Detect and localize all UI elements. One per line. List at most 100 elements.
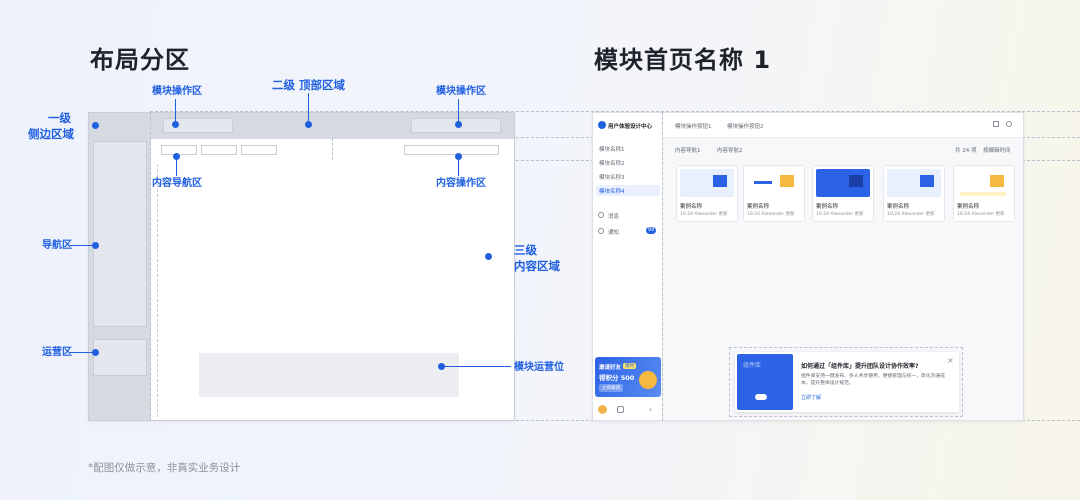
leader-content-nav (176, 160, 177, 176)
tip-title: 如何通过「组件库」提升团队设计协作效率? (801, 363, 919, 370)
sidebar-item-1[interactable]: 模块名称1 (599, 145, 625, 153)
label-ops-area: 运营区 (42, 347, 72, 358)
mockup-frame: 用户体验设计中心 模块名称1 模块名称2 模块名称3 模块名称4 消息 通知 9… (592, 112, 1024, 421)
link-icon[interactable] (617, 406, 624, 413)
card-name: 案例名称 (747, 204, 770, 210)
help-icon[interactable] (1006, 121, 1012, 127)
top-tab-2[interactable]: 模块操作按钮2 (727, 122, 764, 130)
label-content-nav: 内容导航区 (152, 178, 202, 189)
card-thumb-bar (960, 192, 1006, 196)
dot-module-ops-right (455, 121, 462, 128)
workspace-name[interactable]: 用户体验设计中心 (608, 122, 652, 130)
label-level2: 二级 顶部区域 (272, 78, 346, 92)
leader-nav-area (70, 245, 94, 246)
mock-sidebar: 用户体验设计中心 模块名称1 模块名称2 模块名称3 模块名称4 消息 通知 9… (593, 113, 663, 420)
project-card-3[interactable]: 案例名称 10:24 Alexander 更新 (812, 165, 874, 222)
label-nav-area: 导航区 (42, 240, 72, 251)
label-level1-line1: 一级 (48, 111, 71, 125)
wireframe-module-slot (199, 353, 459, 397)
promo-tag: 限时 (623, 363, 636, 369)
card-name: 案例名称 (816, 204, 839, 210)
project-card-1[interactable]: 案例名称 10:24 Alexander 更新 (676, 165, 738, 222)
coin-icon (639, 371, 657, 389)
label-module-slot: 模块运营位 (514, 362, 564, 373)
sidebar-link-messages[interactable]: 消息 (608, 212, 619, 220)
label-level1-line2: 侧边区域 (28, 127, 74, 141)
tip-link[interactable]: 立即了解 (801, 394, 821, 401)
tip-body: 组件库支持一键发布、多人共享使用，便捷管理与统一，简化沟通成本，提升整体设计规范… (801, 374, 945, 386)
sidebar-item-4[interactable]: 模块名称4 (599, 187, 625, 195)
mock-header: 模块操作按钮1 模块操作按钮2 (663, 113, 1023, 138)
guide-sidebar-edge (150, 112, 151, 421)
promo-line1: 邀请好友 (599, 365, 622, 371)
bell-icon (598, 228, 604, 234)
guide-subnav-split (332, 138, 333, 160)
wireframe-subnav-3 (241, 145, 277, 155)
sidebar-item-3[interactable]: 模块名称3 (599, 173, 625, 181)
dot-content-ops (455, 153, 462, 160)
wireframe-subnav-2 (201, 145, 237, 155)
label-level3-line1: 三级 (514, 243, 537, 257)
module-home-title: 模块首页名称 1 (594, 46, 772, 74)
label-level3-line2: 内容区域 (514, 259, 560, 273)
wireframe-nav-box (93, 141, 147, 327)
leader-module-ops-left (175, 99, 176, 123)
guide-mock-sidebar-edge (662, 112, 663, 421)
avatar[interactable] (598, 405, 607, 414)
card-meta: 10:24 Alexander 更新 (957, 212, 1005, 217)
wireframe-content-ops-box (404, 145, 499, 155)
dot-nav-area (92, 242, 99, 249)
notification-badge: 99 (646, 227, 656, 234)
toggle-icon (755, 394, 767, 400)
dot-module-slot (438, 363, 445, 370)
label-module-ops-left: 模块操作区 (152, 86, 202, 97)
collapse-chevron-icon[interactable]: ‹ (649, 405, 652, 414)
promo-banner[interactable]: 邀请好友 限时 得积分 500 立即邀请 (595, 357, 661, 397)
sub-tab-2[interactable]: 内容导航2 (717, 146, 743, 154)
promo-line2: 得积分 500 (599, 374, 635, 382)
leader-level2 (308, 93, 309, 123)
footnote: *配图仅做示意，非真实业务设计 (88, 462, 241, 474)
card-thumb-shape (849, 175, 863, 187)
dot-ops-area (92, 349, 99, 356)
card-meta: 10:24 Alexander 更新 (680, 212, 728, 217)
sidebar-item-2[interactable]: 模块名称2 (599, 159, 625, 167)
dot-level1 (92, 122, 99, 129)
tip-popup: 组件库 如何通过「组件库」提升团队设计协作效率? 组件库支持一键发布、多人共享使… (735, 352, 959, 412)
card-meta: 10:24 Alexander 更新 (816, 212, 864, 217)
label-module-ops-right: 模块操作区 (436, 86, 486, 97)
promo-button[interactable]: 立即邀请 (599, 384, 623, 392)
label-content-ops: 内容操作区 (436, 178, 486, 189)
share-icon[interactable] (993, 121, 999, 127)
close-icon[interactable]: × (947, 356, 954, 365)
workspace-logo-icon (598, 121, 606, 129)
top-tab-1[interactable]: 模块操作按钮1 (675, 122, 712, 130)
card-thumb-shape (780, 175, 794, 187)
sidebar-link-notifications[interactable]: 通知 (608, 228, 619, 236)
leader-content-ops (458, 160, 459, 176)
project-card-2[interactable]: 案例名称 10:24 Alexander 更新 (743, 165, 805, 222)
sub-tab-1[interactable]: 内容导航1 (675, 146, 701, 154)
card-name: 案例名称 (680, 204, 703, 210)
leader-module-ops-right (458, 99, 459, 123)
wireframe-frame (88, 112, 515, 421)
project-card-4[interactable]: 案例名称 10:24 Alexander 更新 (883, 165, 945, 222)
card-name: 案例名称 (957, 204, 980, 210)
item-count: 共 24 项 (955, 148, 977, 154)
dot-module-ops-left (172, 121, 179, 128)
dot-level2 (305, 121, 312, 128)
project-card-5[interactable]: 案例名称 10:24 Alexander 更新 (953, 165, 1015, 222)
layout-title: 布局分区 (90, 46, 190, 74)
card-thumb-shape (990, 175, 1004, 187)
leader-ops-area (70, 352, 94, 353)
wireframe-ops-box (93, 339, 147, 376)
mock-subnav: 内容导航1 内容导航2 共 24 项 按编辑时间 (663, 138, 1023, 161)
card-thumb-shape (713, 175, 727, 187)
leader-module-slot (445, 366, 511, 367)
card-name: 案例名称 (887, 204, 910, 210)
card-thumb-bar (754, 181, 772, 184)
dot-level3 (485, 253, 492, 260)
card-meta: 10:24 Alexander 更新 (887, 212, 935, 217)
sort-select[interactable]: 按编辑时间 (983, 146, 1011, 154)
wireframe-sidebar (89, 113, 151, 420)
